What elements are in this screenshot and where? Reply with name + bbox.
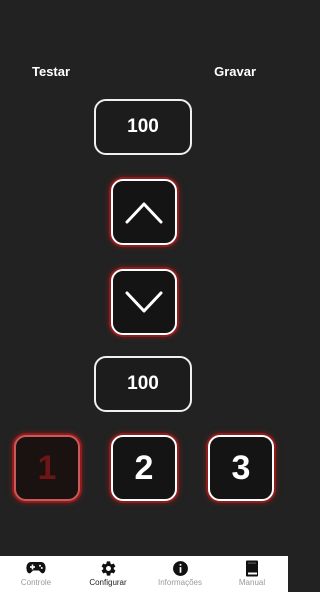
slot-1-button[interactable]: 1	[14, 435, 80, 501]
nav-item-manual[interactable]: Manual	[216, 556, 288, 592]
save-button[interactable]: Gravar	[214, 64, 256, 79]
gamepad-icon	[26, 559, 46, 577]
book-icon	[242, 559, 262, 577]
slot-2-button[interactable]: 2	[111, 435, 177, 501]
gear-icon	[98, 559, 118, 577]
info-icon	[170, 559, 190, 577]
test-button[interactable]: Testar	[32, 64, 70, 79]
top-value-text: 100	[127, 116, 159, 137]
bottom-navigation: Controle Configurar Informações Manual	[0, 556, 288, 592]
bottom-value-text: 100	[127, 373, 159, 394]
nav-label-manual: Manual	[238, 578, 266, 587]
nav-item-informacoes[interactable]: Informações	[144, 556, 216, 592]
nav-item-configurar[interactable]: Configurar	[72, 556, 144, 592]
nav-item-controle[interactable]: Controle	[0, 556, 72, 592]
nav-label-configurar: Configurar	[89, 578, 127, 587]
nav-label-informacoes: Informações	[157, 578, 203, 587]
chevron-up-icon	[125, 202, 163, 224]
bottom-value-display: 100	[94, 356, 192, 412]
chevron-down-icon	[125, 291, 163, 313]
slot-3-button[interactable]: 3	[208, 435, 274, 501]
top-value-display: 100	[94, 99, 192, 155]
nav-label-controle: Controle	[20, 578, 52, 587]
decrease-button[interactable]	[111, 269, 177, 335]
increase-button[interactable]	[111, 179, 177, 245]
